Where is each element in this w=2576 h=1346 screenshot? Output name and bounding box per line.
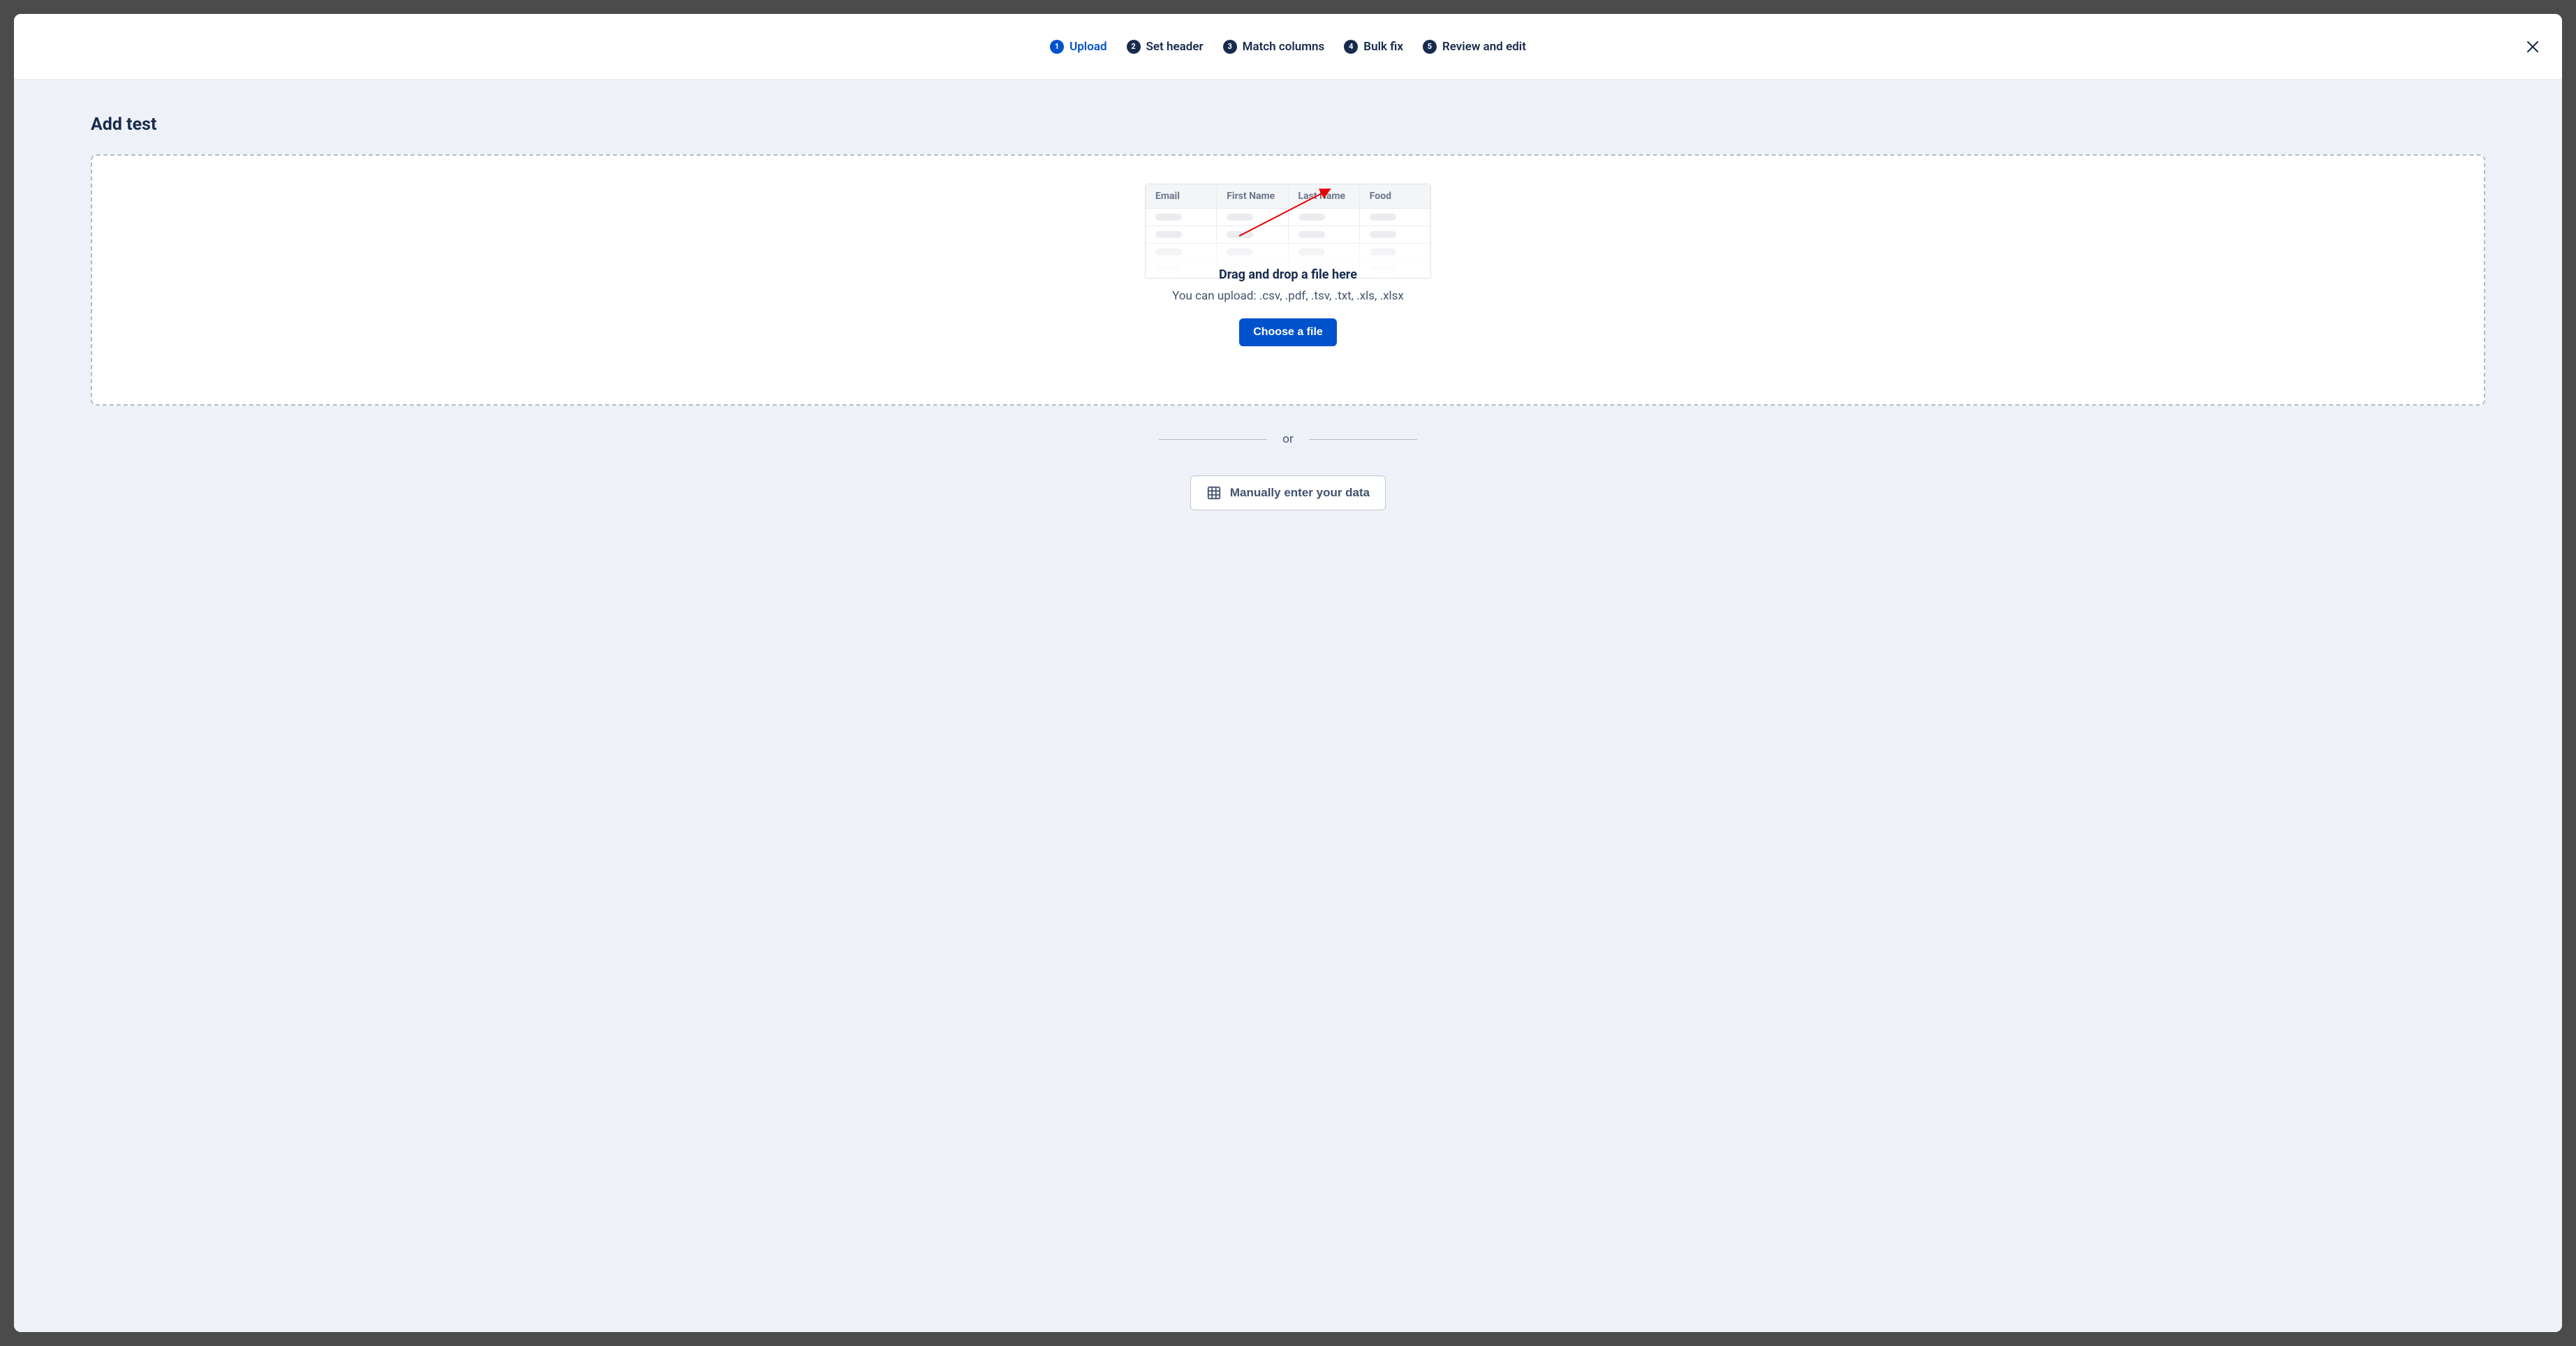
skeleton-cell xyxy=(1370,249,1396,256)
divider-or: or xyxy=(1282,432,1293,446)
preview-table-header: Email First Name Last Name Food xyxy=(1146,184,1430,208)
import-modal: 1 Upload 2 Set header 3 Match columns 4 … xyxy=(14,14,2562,1332)
stepper: 1 Upload 2 Set header 3 Match columns 4 … xyxy=(1050,40,1526,54)
step-circle: 2 xyxy=(1127,40,1141,54)
close-button[interactable] xyxy=(2523,37,2542,57)
skeleton-cell xyxy=(1155,249,1182,256)
step-bulk-fix[interactable]: 4 Bulk fix xyxy=(1344,40,1403,54)
manual-entry-label: Manually enter your data xyxy=(1230,486,1370,500)
skeleton-cell xyxy=(1370,214,1396,221)
preview-th-lastname: Last Name xyxy=(1289,184,1360,208)
skeleton-cell xyxy=(1298,231,1325,238)
skeleton-cell xyxy=(1370,231,1396,238)
skeleton-cell xyxy=(1227,214,1253,221)
preview-th-email: Email xyxy=(1146,184,1217,208)
step-set-header[interactable]: 2 Set header xyxy=(1127,40,1204,54)
table-row xyxy=(1146,243,1430,260)
step-review-edit[interactable]: 5 Review and edit xyxy=(1423,40,1526,54)
file-dropzone[interactable]: Email First Name Last Name Food xyxy=(91,154,2485,406)
skeleton-cell xyxy=(1155,231,1182,238)
step-upload[interactable]: 1 Upload xyxy=(1050,40,1106,54)
step-circle: 5 xyxy=(1423,40,1437,54)
preview-th-firstname: First Name xyxy=(1217,184,1288,208)
page-title: Add test xyxy=(91,114,2485,135)
table-row xyxy=(1146,208,1430,225)
close-icon xyxy=(2526,40,2539,53)
step-circle: 3 xyxy=(1223,40,1237,54)
table-icon xyxy=(1206,485,1222,501)
step-circle: 4 xyxy=(1344,40,1358,54)
drop-title: Drag and drop a file here xyxy=(1219,267,1357,282)
divider-line xyxy=(1159,439,1267,440)
skeleton-cell xyxy=(1227,231,1253,238)
table-row xyxy=(1146,225,1430,243)
step-label: Match columns xyxy=(1243,40,1325,54)
modal-header: 1 Upload 2 Set header 3 Match columns 4 … xyxy=(14,14,2562,80)
step-label: Set header xyxy=(1146,40,1204,54)
step-circle: 1 xyxy=(1050,40,1064,54)
skeleton-cell xyxy=(1298,214,1325,221)
skeleton-cell xyxy=(1298,249,1325,256)
preview-table: Email First Name Last Name Food xyxy=(1145,184,1431,279)
divider-line xyxy=(1309,439,1417,440)
step-label: Upload xyxy=(1069,40,1106,54)
divider: or xyxy=(91,432,2485,446)
drop-hint: You can upload: .csv, .pdf, .tsv, .txt, … xyxy=(1172,289,1404,303)
step-label: Review and edit xyxy=(1442,40,1526,54)
skeleton-cell xyxy=(1370,266,1396,273)
step-label: Bulk fix xyxy=(1363,40,1403,54)
preview-th-food: Food xyxy=(1360,184,1430,208)
manual-entry-button[interactable]: Manually enter your data xyxy=(1190,475,1386,510)
step-match-columns[interactable]: 3 Match columns xyxy=(1223,40,1325,54)
skeleton-cell xyxy=(1155,214,1182,221)
choose-file-button[interactable]: Choose a file xyxy=(1239,318,1337,346)
skeleton-cell xyxy=(1155,266,1182,273)
modal-body: Add test Email First Name Last Name Food xyxy=(14,80,2562,1332)
skeleton-cell xyxy=(1227,249,1253,256)
